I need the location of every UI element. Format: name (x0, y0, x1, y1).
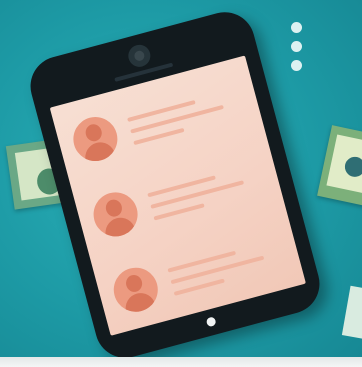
camera-lens-icon (125, 42, 153, 70)
photo-card-right (317, 125, 362, 207)
phone-screen (49, 55, 306, 336)
table-edge (0, 357, 362, 367)
home-button-icon[interactable] (205, 316, 217, 328)
person-avatar-icon (88, 187, 143, 242)
teal-backdrop (0, 0, 362, 367)
photo-card-shape (343, 154, 362, 179)
paper-card-edge (341, 285, 362, 341)
menu-dot (291, 60, 302, 71)
menu-dot (291, 41, 302, 52)
smartphone (23, 5, 327, 365)
menu-dot (291, 22, 302, 33)
photo-card-image (326, 134, 362, 194)
more-vertical-icon[interactable] (291, 22, 305, 79)
person-avatar-icon (68, 112, 123, 166)
person-avatar-icon (108, 262, 163, 317)
